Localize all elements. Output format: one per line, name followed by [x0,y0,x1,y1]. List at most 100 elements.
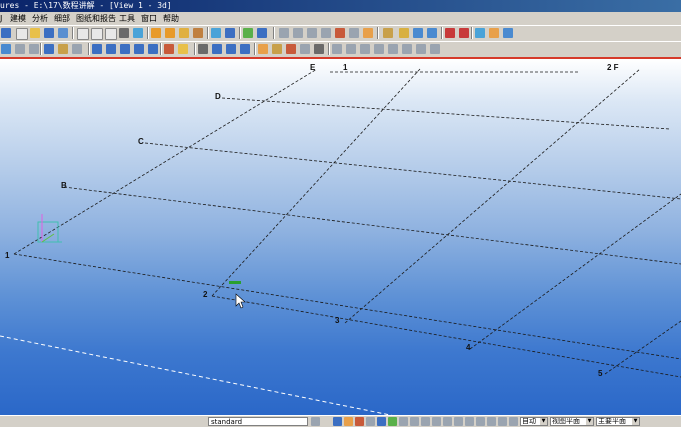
save-as-icon[interactable] [58,28,68,38]
snap-mode-select[interactable]: 自动 ▼ [520,417,548,426]
numbering-icon[interactable] [413,28,423,38]
measure-vertical-icon[interactable] [293,28,303,38]
column-icon[interactable] [151,28,161,38]
snap-free-icon[interactable] [498,417,507,426]
curved-beam-icon[interactable] [134,44,144,54]
depth-select[interactable]: 主要平面 ▼ [596,417,640,426]
measure-horizontal-icon[interactable] [279,28,289,38]
snap-mid-icon[interactable] [454,417,463,426]
report-icon[interactable] [445,28,455,38]
menu-item-detailing[interactable]: 细部 [54,13,70,24]
toolbar-separator [72,27,74,39]
snap-line-icon[interactable] [509,417,518,426]
selected-part-marker[interactable] [229,281,241,284]
contour-plate-icon[interactable] [178,44,188,54]
mesh-icon[interactable] [416,44,426,54]
rebar-icon[interactable] [388,44,398,54]
menu-item-analysis[interactable]: 分析 [32,13,48,24]
select-icon[interactable] [383,28,393,38]
bolt-icon[interactable] [243,28,253,38]
menu-item-modeling[interactable]: 建模 [10,13,26,24]
component-catalog-icon[interactable] [198,44,208,54]
select-grid-icon[interactable] [366,417,375,426]
line-cut-icon[interactable] [286,44,296,54]
menu-item-window[interactable]: 窗口 [141,13,157,24]
menu-item-tools[interactable]: 工具 [119,13,135,24]
menu-item-drawings-reports[interactable]: 图纸和报告 [76,13,116,24]
detail-icon[interactable] [226,44,236,54]
open-model-icon[interactable] [30,28,40,38]
select-all-icon[interactable] [333,417,342,426]
settings-icon[interactable] [489,28,499,38]
model-view-3d[interactable]: E 1 2 F D C B 1 2 3 4 5 [0,57,681,417]
view-properties-icon[interactable] [91,28,103,40]
help-icon[interactable] [503,28,513,38]
point-icon[interactable] [1,44,11,54]
weld-icon[interactable] [257,28,267,38]
cut-icon[interactable] [335,28,345,38]
construction-line-icon[interactable] [44,44,54,54]
snap-end-icon[interactable] [443,417,452,426]
clash-check-icon[interactable] [427,28,437,38]
select-welds-icon[interactable] [377,417,386,426]
chamfer-icon[interactable] [332,44,342,54]
edit-icon[interactable] [363,28,373,38]
rebar-group-icon[interactable] [402,44,412,54]
split-icon[interactable] [346,44,356,54]
copy-icon[interactable] [225,28,235,38]
plate-icon[interactable] [179,28,189,38]
seam-icon[interactable] [240,44,250,54]
slab-icon[interactable] [193,28,203,38]
snap-intersection-icon[interactable] [476,417,485,426]
view-filter-input[interactable]: standard [208,417,308,426]
grid-line-C [144,142,681,200]
beam-tool-icon[interactable] [106,44,116,54]
snap-icon[interactable] [399,28,409,38]
new-model-icon[interactable] [16,28,28,40]
save-icon[interactable] [44,28,54,38]
construction-circle-icon[interactable] [58,44,68,54]
select-bolts-icon[interactable] [388,417,397,426]
poly-beam-icon[interactable] [120,44,130,54]
arc-point-icon[interactable] [29,44,39,54]
undo-icon[interactable] [1,28,11,38]
combine-icon[interactable] [360,44,370,54]
measure-radius-icon[interactable] [349,28,359,38]
select-parts-icon[interactable] [344,417,353,426]
line-point-icon[interactable] [15,44,25,54]
select-views-icon[interactable] [410,417,419,426]
plane-view-icon[interactable] [105,28,117,40]
menu-item-help[interactable]: 帮助 [163,13,179,24]
construction-plane-icon[interactable] [72,44,82,54]
filter-settings-icon[interactable] [311,417,320,426]
drawing-list-icon[interactable] [459,28,469,38]
forward-icon[interactable] [475,28,485,38]
snap-center-icon[interactable] [465,417,474,426]
column-tool-icon[interactable] [92,44,102,54]
strand-icon[interactable] [430,44,440,54]
plane-select[interactable]: 视图平面 ▼ [550,417,594,426]
surface-treatment-icon[interactable] [374,44,384,54]
twin-profile-icon[interactable] [148,44,158,54]
view-icon[interactable] [77,28,89,40]
measure-distance-icon[interactable] [321,28,331,38]
render-icon[interactable] [119,28,129,38]
select-objects-icon[interactable] [432,417,441,426]
snap-perpendicular-icon[interactable] [487,417,496,426]
part-cut-icon[interactable] [314,44,324,54]
menu-item-file[interactable]: J [0,13,2,24]
grid-icon[interactable] [133,28,143,38]
status-bar: standard 自动 ▼ 视图平面 ▼ 主要平面 ▼ [0,415,681,427]
assembly-icon[interactable] [258,44,268,54]
polygon-cut-icon[interactable] [300,44,310,54]
measure-angle-icon[interactable] [307,28,317,38]
grid-canvas[interactable]: E 1 2 F D C B 1 2 3 4 5 [0,59,681,417]
part-properties-icon[interactable] [211,28,221,38]
orthogonal-beam-icon[interactable] [164,44,174,54]
beam-icon[interactable] [165,28,175,38]
connection-icon[interactable] [212,44,222,54]
fitting-icon[interactable] [272,44,282,54]
select-cuts-icon[interactable] [399,417,408,426]
select-components-icon[interactable] [421,417,430,426]
select-points-icon[interactable] [355,417,364,426]
